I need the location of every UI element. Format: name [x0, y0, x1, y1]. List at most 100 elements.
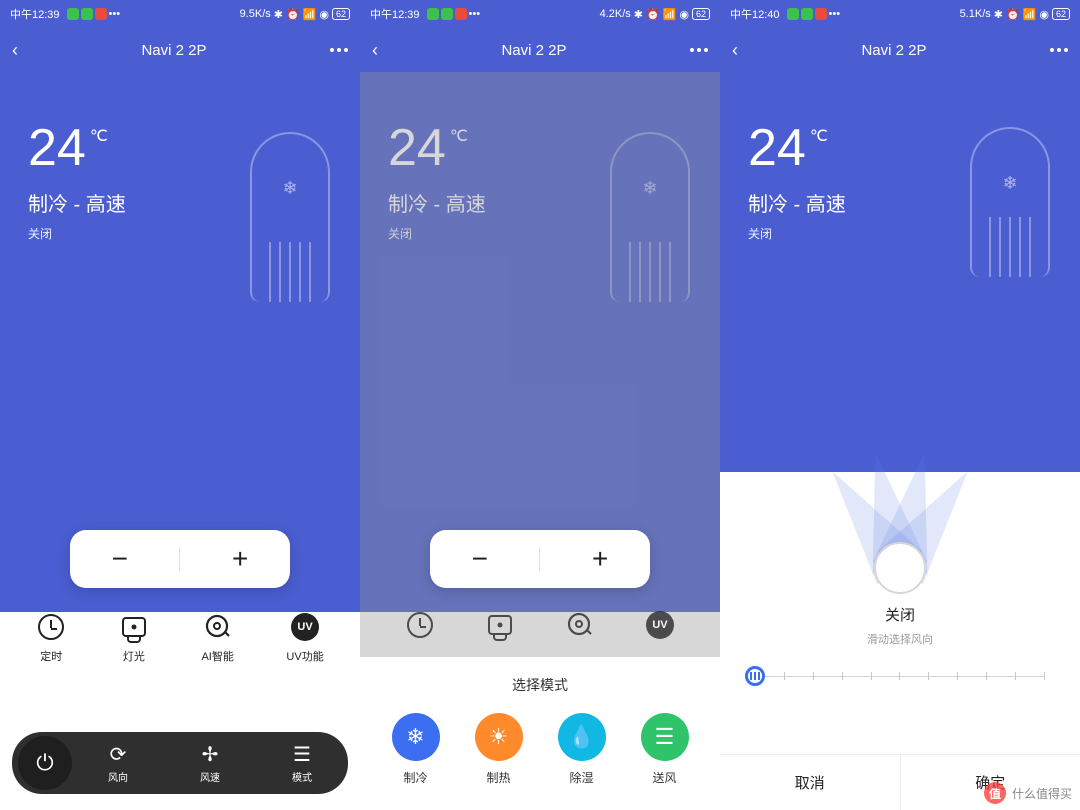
droplet-icon: 💧	[558, 713, 606, 761]
uv-button[interactable]: UV UV功能	[286, 612, 323, 664]
bluetooth-icon: ✱	[274, 8, 283, 21]
status-bar: 中午12:40 ••• 5.1K/s ✱ ⏰ 📶 ◉ 62	[720, 0, 1080, 28]
status-netspeed: 9.5K/s	[240, 8, 271, 20]
bluetooth-icon: ✱	[634, 8, 643, 21]
header: ‹ Navi 2 2P	[720, 28, 1080, 72]
watermark-text: 什么值得买	[1012, 785, 1072, 802]
alarm-icon: ⏰	[646, 8, 660, 21]
temp-increase-button[interactable]: +	[200, 543, 280, 575]
watermark: 值 什么值得买	[984, 782, 1072, 804]
light-icon	[122, 617, 146, 637]
status-netspeed: 4.2K/s	[600, 8, 631, 20]
direction-slider[interactable]	[755, 665, 1045, 687]
clock-icon	[38, 614, 64, 640]
mode-cool-button[interactable]: ❄ 制冷	[392, 713, 440, 786]
ai-head-icon	[204, 613, 232, 641]
mode-heat-button[interactable]: ☀ 制热	[475, 713, 523, 786]
sun-icon: ☀	[475, 713, 523, 761]
app-indicator-icon	[815, 8, 827, 20]
wind-icon: ☰	[641, 713, 689, 761]
screen-main: 中午12:39 ••• 9.5K/s ✱ ⏰ 📶 ◉ 62 ‹ Navi 2 2…	[0, 0, 360, 810]
wind-cone-graphic	[780, 443, 1020, 568]
temp-increase-button[interactable]: +	[560, 543, 640, 575]
snowflake-icon: ❄	[1002, 173, 1017, 194]
wind-speed-button[interactable]: ✢ 风速	[200, 743, 220, 784]
device-title: Navi 2 2P	[141, 42, 206, 59]
alarm-icon: ⏰	[286, 8, 300, 21]
wind-direction-panel: 关闭 滑动选择风向	[720, 443, 1080, 687]
control-bar: ⏻ ⟳ 风向 ✢ 风速 ☰ 模式	[12, 732, 348, 794]
battery-icon: 62	[1052, 8, 1070, 20]
battery-icon: 62	[332, 8, 350, 20]
alarm-icon: ⏰	[1006, 8, 1020, 21]
app-indicator-icon	[95, 8, 107, 20]
menu-icon: ☰	[293, 743, 311, 767]
uv-icon: UV	[291, 613, 319, 641]
mode-dry-button[interactable]: 💧 除湿	[558, 713, 606, 786]
ac-unit-graphic: ❄	[970, 127, 1050, 277]
more-icon[interactable]	[330, 48, 348, 52]
temp-decrease-button[interactable]: −	[80, 543, 160, 575]
signal-icon: 📶	[663, 8, 677, 21]
temperature-unit: ℃	[810, 126, 828, 146]
app-indicator-icon	[67, 8, 79, 20]
temp-decrease-button[interactable]: −	[440, 543, 520, 575]
uv-icon: UV	[646, 611, 674, 639]
temperature-value: 24	[28, 122, 86, 174]
wifi-icon: ◉	[679, 8, 689, 21]
cancel-button[interactable]: 取消	[720, 755, 900, 810]
snowflake-icon: ❄	[392, 713, 440, 761]
device-title: Navi 2 2P	[861, 42, 926, 59]
temperature-stepper: − +	[430, 530, 650, 588]
mode-fan-button[interactable]: ☰ 送风	[641, 713, 689, 786]
direction-state: 关闭	[885, 604, 915, 625]
app-indicator-icon	[801, 8, 813, 20]
status-time: 中午12:40	[730, 6, 780, 22]
slider-thumb[interactable]	[745, 666, 765, 686]
back-icon[interactable]: ‹	[12, 40, 18, 61]
header: ‹ Navi 2 2P	[0, 28, 360, 72]
snowflake-icon: ❄	[282, 178, 297, 199]
screen-mode-sheet: 中午12:39 ••• 4.2K/s ✱ ⏰ 📶 ◉ 62 ‹ Navi 2 2…	[360, 0, 720, 810]
direction-hint: 滑动选择风向	[867, 631, 933, 647]
watermark-badge: 值	[984, 782, 1006, 804]
wind-direction-button[interactable]: ⟳ 风向	[108, 743, 128, 784]
direction-knob[interactable]	[874, 542, 926, 594]
quick-actions: 定时 灯光 AI智能 UV UV功能	[0, 612, 360, 664]
ai-button[interactable]: AI智能	[201, 612, 233, 664]
app-indicator-icon	[441, 8, 453, 20]
signal-icon: 📶	[303, 8, 317, 21]
status-netspeed: 5.1K/s	[960, 8, 991, 20]
screen-wind-direction: 中午12:40 ••• 5.1K/s ✱ ⏰ 📶 ◉ 62 ‹ Navi 2 2…	[720, 0, 1080, 810]
light-button[interactable]: 灯光	[119, 612, 149, 664]
sheet-title: 选择模式	[360, 675, 720, 695]
power-button[interactable]: ⏻	[18, 736, 72, 790]
more-icon[interactable]	[690, 48, 708, 52]
app-indicator-icon	[787, 8, 799, 20]
app-indicator-icon	[455, 8, 467, 20]
hero-panel: 24 ℃ 制冷 - 高速 关闭 ❄	[720, 72, 1080, 472]
battery-icon: 62	[692, 8, 710, 20]
signal-icon: 📶	[1023, 8, 1037, 21]
back-icon[interactable]: ‹	[372, 40, 378, 61]
mode-sheet: 选择模式 ❄ 制冷 ☀ 制热 💧 除湿 ☰ 送风	[360, 657, 720, 810]
header: ‹ Navi 2 2P	[360, 28, 720, 72]
app-indicator-icon	[427, 8, 439, 20]
temperature-stepper: − +	[70, 530, 290, 588]
temperature-unit: ℃	[90, 126, 108, 146]
timer-button[interactable]: 定时	[36, 612, 66, 664]
status-bar: 中午12:39 ••• 9.5K/s ✱ ⏰ 📶 ◉ 62	[0, 0, 360, 28]
fan-icon: ✢	[202, 743, 219, 767]
direction-icon: ⟳	[110, 743, 127, 767]
mode-button[interactable]: ☰ 模式	[292, 743, 312, 784]
wifi-icon: ◉	[1039, 8, 1049, 21]
device-title: Navi 2 2P	[501, 42, 566, 59]
status-time: 中午12:39	[370, 6, 420, 22]
back-icon[interactable]: ‹	[732, 40, 738, 61]
temperature-value: 24	[748, 122, 806, 174]
status-bar: 中午12:39 ••• 4.2K/s ✱ ⏰ 📶 ◉ 62	[360, 0, 720, 28]
app-indicator-icon	[81, 8, 93, 20]
wifi-icon: ◉	[319, 8, 329, 21]
bluetooth-icon: ✱	[994, 8, 1003, 21]
more-icon[interactable]	[1050, 48, 1068, 52]
